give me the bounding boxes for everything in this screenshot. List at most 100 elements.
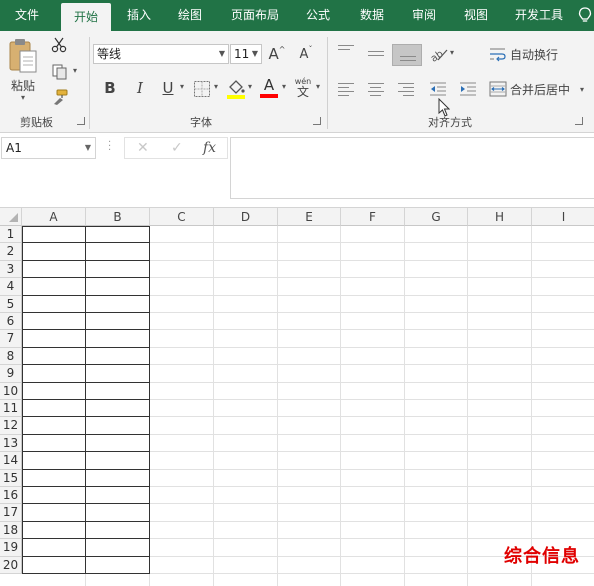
grid-column-line <box>404 226 405 586</box>
tab-draw[interactable]: 绘图 <box>168 0 212 31</box>
underline-button[interactable]: U <box>159 78 177 98</box>
cut-icon[interactable] <box>51 37 67 53</box>
borders-icon[interactable] <box>193 80 211 98</box>
bottom-align-button[interactable] <box>392 44 422 66</box>
row-header[interactable]: 17 <box>0 504 22 522</box>
tab-home[interactable]: 开始 <box>61 3 111 31</box>
row-header[interactable]: 1 <box>0 226 22 244</box>
tab-developer[interactable]: 开发工具 <box>508 0 570 31</box>
paste-button[interactable]: 粘贴 ▾ <box>6 36 40 102</box>
align-center-button[interactable] <box>368 83 384 99</box>
orientation-icon[interactable]: ab <box>429 45 449 63</box>
column-header[interactable]: G <box>405 208 468 226</box>
tab-page-layout[interactable]: 页面布局 <box>223 0 287 31</box>
row-header[interactable]: 2 <box>0 243 22 261</box>
row-header[interactable]: 16 <box>0 487 22 505</box>
name-box-dropdown-arrow[interactable]: ▼ <box>85 138 91 158</box>
font-size-combo[interactable]: 11 ▼ <box>230 44 262 64</box>
row-header[interactable]: 14 <box>0 452 22 470</box>
lightbulb-icon[interactable] <box>578 7 592 24</box>
caret-down-icon: ˇ <box>308 44 313 54</box>
column-header[interactable]: I <box>532 208 594 226</box>
format-painter-icon[interactable] <box>51 89 69 105</box>
tab-file[interactable]: 文件 <box>4 0 50 31</box>
paste-dropdown-arrow[interactable]: ▾ <box>21 93 25 102</box>
tab-view[interactable]: 视图 <box>454 0 498 31</box>
underline-dropdown-arrow[interactable]: ▾ <box>180 82 184 91</box>
font-name-dropdown-arrow[interactable]: ▼ <box>219 45 225 63</box>
tab-data[interactable]: 数据 <box>350 0 394 31</box>
increase-indent-icon[interactable] <box>459 81 477 97</box>
cell-border-line <box>149 226 150 574</box>
merge-center-dropdown-arrow[interactable]: ▾ <box>580 85 584 94</box>
cancel-entry-icon[interactable]: ✕ <box>137 138 149 158</box>
column-header[interactable]: H <box>468 208 532 226</box>
row-header[interactable]: 20 <box>0 556 22 574</box>
borders-dropdown-arrow[interactable]: ▾ <box>214 82 218 91</box>
bold-button[interactable]: B <box>101 78 119 98</box>
increase-font-size-button[interactable]: A ^ <box>267 44 287 64</box>
font-dialog-launcher[interactable] <box>313 117 321 125</box>
align-left-button[interactable] <box>338 83 354 99</box>
fill-color-icon[interactable] <box>226 78 246 100</box>
worksheet-grid[interactable]: A B C D E F G H I 1 2 3 4 5 6 7 8 9 10 11 12 13 14 15 16 17 18 19 20 <box>0 207 594 586</box>
font-color-dropdown-arrow[interactable]: ▾ <box>282 82 286 91</box>
column-header[interactable]: C <box>150 208 214 226</box>
row-header[interactable]: 10 <box>0 382 22 400</box>
fill-color-dropdown-arrow[interactable]: ▾ <box>248 82 252 91</box>
select-all-button[interactable] <box>0 208 22 226</box>
insert-function-button[interactable]: fx <box>203 138 216 158</box>
font-name-combo[interactable]: 等线 ▼ <box>93 44 229 64</box>
name-box-value: A1 <box>6 141 22 155</box>
column-header[interactable]: B <box>86 208 150 226</box>
paste-label: 粘贴 <box>10 78 35 93</box>
decrease-font-size-button[interactable]: Aˇ <box>296 44 316 64</box>
tab-review[interactable]: 审阅 <box>402 0 446 31</box>
formula-bar-grip[interactable]: · · · <box>108 138 111 156</box>
wrap-text-button[interactable]: 自动换行 <box>489 44 558 64</box>
column-header[interactable]: A <box>22 208 86 226</box>
copy-dropdown-arrow[interactable]: ▾ <box>73 66 77 75</box>
row-header[interactable]: 8 <box>0 347 22 366</box>
formula-input[interactable] <box>230 137 594 199</box>
phonetic-dropdown-arrow[interactable]: ▾ <box>316 82 320 91</box>
row-header[interactable]: 9 <box>0 365 22 383</box>
font-color-button[interactable]: A <box>259 77 279 99</box>
row-header[interactable]: 19 <box>0 539 22 557</box>
alignment-dialog-launcher[interactable] <box>575 117 583 125</box>
name-box[interactable]: A1 ▼ <box>1 137 96 159</box>
row-header[interactable]: 7 <box>0 330 22 348</box>
merge-center-button[interactable]: 合并后居中 ▾ <box>489 79 584 99</box>
tab-formulas[interactable]: 公式 <box>296 0 340 31</box>
phonetic-bottom: 文 <box>296 85 309 99</box>
row-header[interactable]: 13 <box>0 434 22 453</box>
clipboard-dialog-launcher[interactable] <box>77 117 85 125</box>
row-header[interactable]: 15 <box>0 469 22 487</box>
decrease-indent-icon[interactable] <box>429 81 447 97</box>
row-header[interactable]: 6 <box>0 313 22 331</box>
copy-icon[interactable] <box>51 63 69 81</box>
cell-border-line <box>22 468 150 470</box>
watermark-text: 综合信息 <box>504 546 580 567</box>
align-right-button[interactable] <box>398 83 414 99</box>
row-header[interactable]: 3 <box>0 260 22 279</box>
cell-border-line <box>22 503 150 505</box>
row-header[interactable]: 11 <box>0 400 22 418</box>
row-header[interactable]: 12 <box>0 417 22 435</box>
column-header[interactable]: E <box>278 208 341 226</box>
row-header[interactable]: 4 <box>0 278 22 296</box>
phonetic-guide-button[interactable]: wén 文 <box>293 77 313 99</box>
font-size-dropdown-arrow[interactable]: ▼ <box>252 45 258 63</box>
column-header[interactable]: D <box>214 208 278 226</box>
confirm-entry-icon[interactable]: ✓ <box>171 138 183 158</box>
row-header[interactable]: 18 <box>0 521 22 540</box>
tab-insert[interactable]: 插入 <box>117 0 161 31</box>
middle-align-button[interactable] <box>368 51 384 59</box>
row-header[interactable]: 5 <box>0 295 22 313</box>
top-align-button[interactable] <box>338 45 354 53</box>
cell-border-line <box>22 346 150 348</box>
orientation-dropdown-arrow[interactable]: ▾ <box>450 48 454 57</box>
cell-border-line <box>22 538 150 540</box>
italic-button[interactable]: I <box>131 78 149 98</box>
column-header[interactable]: F <box>341 208 405 226</box>
